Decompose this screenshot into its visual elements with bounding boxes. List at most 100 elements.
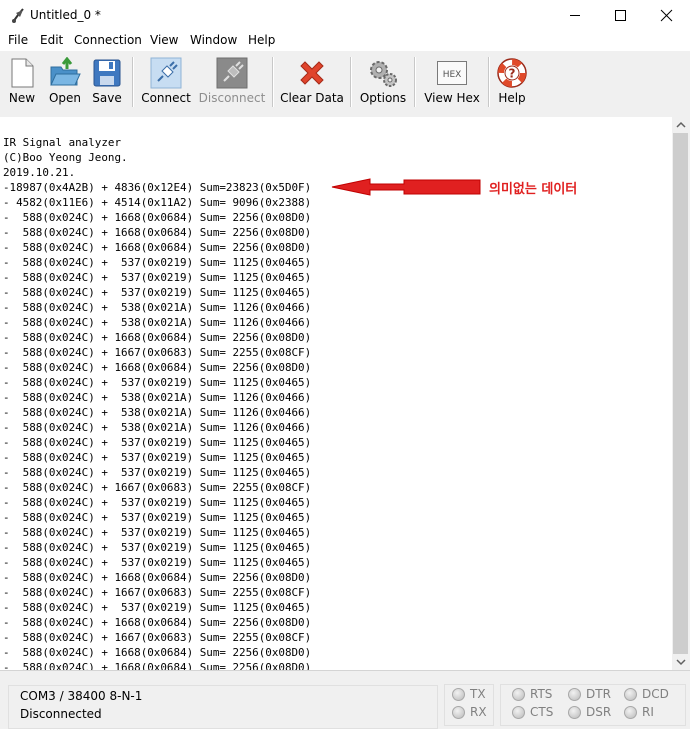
terminal-line: - 588(0x024C) + 1667(0x0683) Sum= 2255(0… (3, 631, 312, 644)
terminal-line: - 588(0x024C) + 537(0x0219) Sum= 1125(0x… (3, 376, 312, 389)
terminal-line: - 588(0x024C) + 537(0x0219) Sum= 1125(0x… (3, 436, 312, 449)
minimize-button[interactable] (552, 0, 598, 31)
dcd-led-icon (624, 688, 637, 701)
terminal-line: - 588(0x024C) + 537(0x0219) Sum= 1125(0x… (3, 526, 312, 539)
connection-state: Disconnected (20, 707, 102, 721)
help-label: Help (498, 91, 526, 105)
toolbar: New Open Save Connect Disconnect Clear D… (0, 51, 690, 118)
lifebuoy-icon: ? (497, 58, 527, 88)
terminal-line: (C)Boo Yeong Jeong. (3, 151, 128, 164)
gears-icon (370, 61, 397, 87)
connect-button[interactable]: Connect (140, 51, 192, 113)
terminal-line: - 588(0x024C) + 1668(0x0684) Sum= 2256(0… (3, 646, 312, 659)
rts-label: RTS (530, 687, 553, 701)
toolbar-separator (272, 57, 274, 107)
red-x-icon (300, 61, 324, 85)
rx-label: RX (470, 705, 487, 719)
toolbar-separator (132, 57, 134, 107)
terminal-line: -18987(0x4A2B) + 4836(0x12E4) Sum=23823(… (3, 181, 312, 194)
cts-label: CTS (530, 705, 554, 719)
ri-led-icon (624, 706, 637, 719)
save-label: Save (92, 91, 122, 105)
scroll-up-icon[interactable] (672, 117, 690, 133)
menu-bar: File Edit Connection View Window Help (0, 31, 690, 51)
terminal-output[interactable]: IR Signal analyzer (C)Boo Yeong Jeong. 201… (0, 117, 672, 670)
svg-text:?: ? (509, 67, 516, 81)
terminal-line: - 4582(0x11E6) + 4514(0x11A2) Sum= 9096(… (3, 196, 312, 209)
close-icon (660, 9, 673, 22)
options-button[interactable]: Options (358, 51, 408, 113)
disconnect-label: Disconnect (198, 91, 266, 105)
open-button[interactable]: Open (46, 51, 84, 113)
terminal-line: - 588(0x024C) + 1668(0x0684) Sum= 2256(0… (3, 211, 312, 224)
terminal-line: - 588(0x024C) + 1667(0x0683) Sum= 2255(0… (3, 586, 312, 599)
terminal-line: - 588(0x024C) + 537(0x0219) Sum= 1125(0x… (3, 511, 312, 524)
terminal-line: - 588(0x024C) + 538(0x021A) Sum= 1126(0x… (3, 316, 312, 329)
scrollbar-thumb[interactable] (673, 133, 688, 654)
view-hex-label: View Hex (424, 91, 480, 105)
open-label: Open (48, 91, 82, 105)
save-button[interactable]: Save (88, 51, 126, 113)
dtr-led-icon (568, 688, 581, 701)
dsr-label: DSR (586, 705, 612, 719)
cts-led-icon (512, 706, 525, 719)
terminal-line: - 588(0x024C) + 1668(0x0684) Sum= 2256(0… (3, 241, 312, 254)
annotation-arrow (331, 178, 481, 196)
new-button[interactable]: New (4, 51, 40, 113)
connect-label: Connect (141, 91, 191, 105)
toolbar-separator (414, 57, 416, 107)
terminal-line: IR Signal analyzer (3, 136, 122, 149)
port-settings: COM3 / 38400 8-N-1 (20, 689, 143, 703)
terminal-line: - 588(0x024C) + 538(0x021A) Sum= 1126(0x… (3, 301, 312, 314)
menu-edit[interactable]: Edit (40, 33, 63, 47)
view-hex-button[interactable]: HEX View Hex (422, 51, 482, 113)
terminal-line: - 588(0x024C) + 538(0x021A) Sum= 1126(0x… (3, 421, 312, 434)
tx-led-icon (452, 688, 465, 701)
plug-icon (150, 57, 182, 89)
terminal-line: - 588(0x024C) + 1668(0x0684) Sum= 2256(0… (3, 226, 312, 239)
terminal-line: - 588(0x024C) + 1667(0x0683) Sum= 2255(0… (3, 346, 312, 359)
terminal-line: - 588(0x024C) + 1668(0x0684) Sum= 2256(0… (3, 616, 312, 629)
menu-help[interactable]: Help (248, 33, 275, 47)
toolbar-separator (488, 57, 490, 107)
rx-led-icon (452, 706, 465, 719)
terminal-line: - 588(0x024C) + 1668(0x0684) Sum= 2256(0… (3, 361, 312, 374)
hex-icon-text: HEX (443, 70, 462, 80)
menu-file[interactable]: File (8, 33, 28, 47)
disconnect-button[interactable]: Disconnect (198, 51, 266, 113)
annotation-label: 의미없는 데이터 (489, 182, 578, 197)
dsr-led-icon (568, 706, 581, 719)
options-label: Options (359, 91, 407, 105)
terminal-line: 2019.10.21. (3, 166, 76, 179)
terminal-line: - 588(0x024C) + 537(0x0219) Sum= 1125(0x… (3, 496, 312, 509)
rts-led-icon (512, 688, 525, 701)
close-button[interactable] (644, 0, 690, 31)
maximize-icon (615, 10, 626, 21)
unplug-icon (216, 57, 248, 89)
terminal-line: - 588(0x024C) + 1668(0x0684) Sum= 2256(0… (3, 571, 312, 584)
tx-label: TX (470, 687, 486, 701)
terminal-line: - 588(0x024C) + 537(0x0219) Sum= 1125(0x… (3, 466, 312, 479)
terminal-line: - 588(0x024C) + 537(0x0219) Sum= 1125(0x… (3, 601, 312, 614)
hex-icon: HEX (437, 61, 467, 85)
terminal-line: - 588(0x024C) + 1667(0x0683) Sum= 2255(0… (3, 481, 312, 494)
menu-window[interactable]: Window (190, 33, 237, 47)
new-file-icon (11, 58, 34, 88)
terminal-line: - 588(0x024C) + 1668(0x0684) Sum= 2256(0… (3, 661, 312, 670)
terminal-line: - 588(0x024C) + 537(0x0219) Sum= 1125(0x… (3, 556, 312, 569)
clear-data-button[interactable]: Clear Data (280, 51, 344, 113)
new-label: New (8, 91, 36, 105)
terminal-line: - 588(0x024C) + 1668(0x0684) Sum= 2256(0… (3, 331, 312, 344)
terminal-line: - 588(0x024C) + 537(0x0219) Sum= 1125(0x… (3, 286, 312, 299)
help-button[interactable]: ? Help (494, 51, 530, 113)
toolbar-separator (350, 57, 352, 107)
title-bar: Untitled_0 * (0, 0, 690, 31)
minimize-icon (570, 15, 580, 16)
maximize-button[interactable] (598, 0, 644, 31)
clear-data-label: Clear Data (280, 91, 344, 105)
terminal-line: - 588(0x024C) + 537(0x0219) Sum= 1125(0x… (3, 256, 312, 269)
terminal-line: - 588(0x024C) + 537(0x0219) Sum= 1125(0x… (3, 451, 312, 464)
scroll-down-icon[interactable] (672, 654, 690, 670)
menu-connection[interactable]: Connection (74, 33, 142, 47)
menu-view[interactable]: View (150, 33, 178, 47)
